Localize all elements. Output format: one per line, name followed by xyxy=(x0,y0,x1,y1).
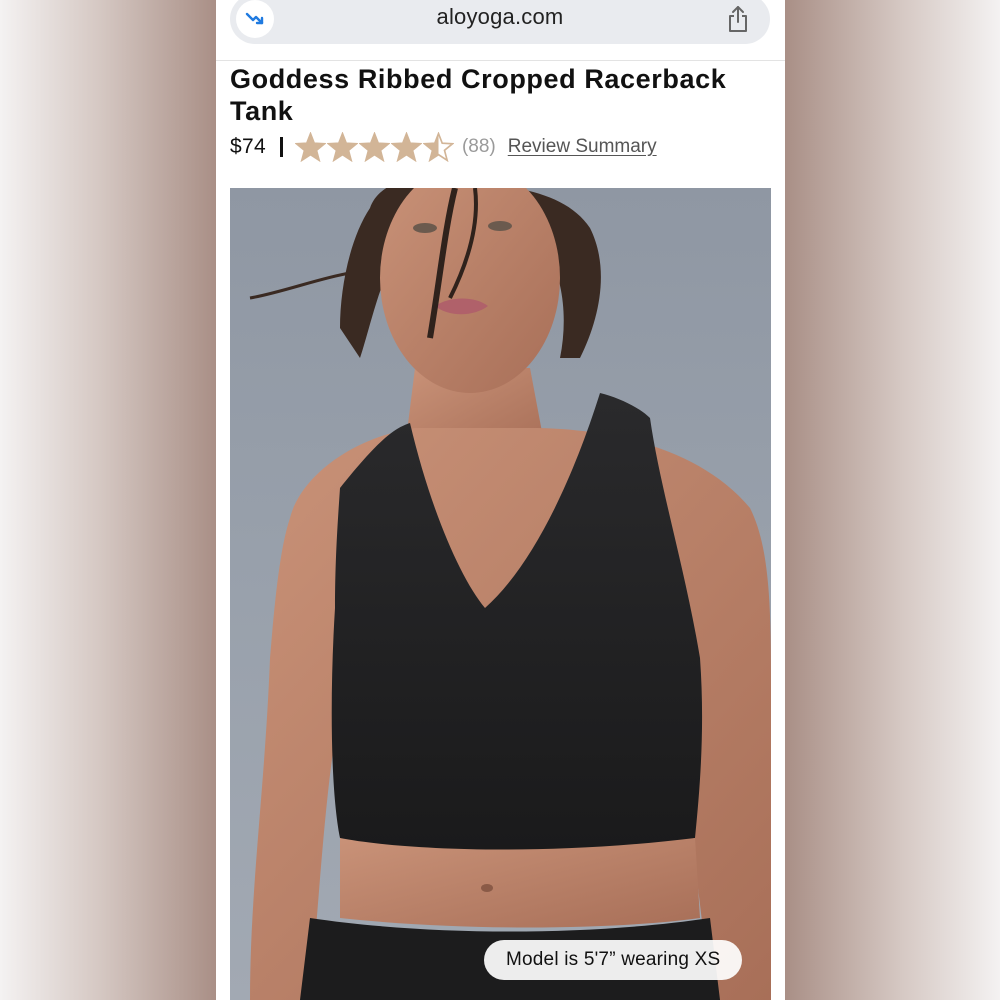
star-icon xyxy=(422,132,454,162)
product-image[interactable] xyxy=(230,188,771,1000)
model-illustration xyxy=(249,188,771,1000)
star-icon xyxy=(358,132,390,162)
price-rating-row: $74 (88) Review Summary xyxy=(230,130,657,164)
share-icon[interactable] xyxy=(724,4,752,34)
blurred-backdrop-right xyxy=(785,0,1000,1000)
star-rating[interactable] xyxy=(294,132,454,162)
phone-screen: aloyoga.com Goddess Ribbed Cropped Racer… xyxy=(216,0,785,1000)
product-price: $74 xyxy=(230,135,266,158)
star-icon xyxy=(326,132,358,162)
header-divider xyxy=(216,60,785,61)
star-icon xyxy=(294,132,326,162)
price-separator xyxy=(279,137,283,157)
review-summary-link[interactable]: Review Summary xyxy=(508,136,657,158)
product-title: Goddess Ribbed Cropped Racerback Tank xyxy=(230,64,727,126)
address-bar[interactable]: aloyoga.com xyxy=(230,0,770,44)
star-icon xyxy=(390,132,422,162)
url-text[interactable]: aloyoga.com xyxy=(230,4,770,30)
review-count[interactable]: (88) xyxy=(462,136,496,158)
model-size-caption: Model is 5'7” wearing XS xyxy=(484,940,743,980)
blurred-backdrop-left xyxy=(0,0,216,1000)
